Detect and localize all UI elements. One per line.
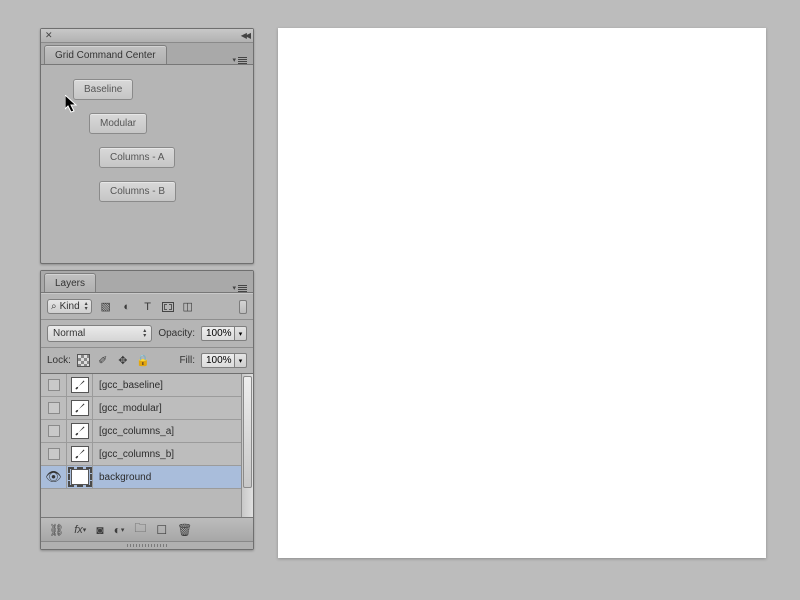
blend-mode-value: Normal [53, 328, 85, 339]
resize-grip[interactable] [41, 541, 253, 549]
layer-thumbnail[interactable] [67, 420, 93, 442]
opacity-value[interactable]: 100% [201, 326, 235, 341]
gcc-baseline-button[interactable]: Baseline [73, 79, 133, 100]
filter-smart-icon[interactable]: ◫ [181, 300, 195, 314]
filter-type-icon[interactable]: T [141, 300, 155, 314]
layer-row[interactable]: [gcc_baseline] [41, 374, 241, 397]
collapse-icon[interactable]: ◀◀ [241, 31, 249, 40]
visibility-empty-icon [48, 425, 60, 437]
visibility-toggle[interactable] [41, 420, 67, 442]
tab-layers[interactable]: Layers [44, 273, 96, 292]
layer-list: [gcc_baseline] [gcc_modular] [gcc_columns_… [41, 374, 253, 517]
lock-bar: Lock: ✐ ✥ 🔒 Fill: 100% ▾ [41, 348, 253, 374]
fx-icon[interactable]: fx▾ [74, 524, 86, 536]
layer-name[interactable]: [gcc_modular] [93, 403, 241, 414]
stepper-icon: ▴▾ [85, 302, 88, 312]
adjustment-layer-icon[interactable]: ◐▾ [114, 523, 125, 537]
layers-panel: Layers ▾ ⌕ Kind ▴▾ ▧ ◐ T ◫ Normal ▴▾ Opa… [40, 270, 254, 550]
visibility-toggle[interactable] [41, 397, 67, 419]
layer-filter-bar: ⌕ Kind ▴▾ ▧ ◐ T ◫ [41, 293, 253, 320]
gcc-columns-a-button[interactable]: Columns - A [99, 147, 175, 168]
link-layers-icon[interactable]: ⛓ [49, 523, 64, 537]
visibility-toggle[interactable] [41, 443, 67, 465]
panel-menu-icon[interactable]: ▾ [232, 56, 247, 64]
gcc-titlebar[interactable]: ✕ ◀◀ [41, 29, 253, 43]
document-canvas[interactable] [278, 28, 766, 558]
opacity-label: Opacity: [158, 328, 195, 339]
gcc-tabbar: Grid Command Center ▾ [41, 43, 253, 65]
gcc-panel: ✕ ◀◀ Grid Command Center ▾ Baseline Modu… [40, 28, 254, 264]
layer-thumbnail[interactable] [67, 466, 93, 488]
lock-all-icon[interactable]: 🔒 [136, 354, 150, 368]
filter-pixel-icon[interactable]: ▧ [99, 300, 113, 314]
panel-menu-icon[interactable]: ▾ [232, 284, 247, 292]
blend-bar: Normal ▴▾ Opacity: 100% ▾ [41, 320, 253, 348]
fill-label: Fill: [179, 355, 195, 366]
visibility-empty-icon [48, 448, 60, 460]
layer-mask-icon[interactable]: ◙ [96, 523, 103, 537]
scrollbar-thumb[interactable] [243, 376, 252, 488]
layer-name[interactable]: [gcc_baseline] [93, 380, 241, 391]
gcc-modular-button[interactable]: Modular [89, 113, 147, 134]
layer-row[interactable]: 👁 background [41, 466, 241, 489]
chevron-down-icon[interactable]: ▾ [235, 353, 247, 368]
layers-tabbar: Layers ▾ [41, 271, 253, 293]
visibility-empty-icon [48, 402, 60, 414]
visibility-toggle[interactable]: 👁 [41, 466, 67, 488]
visibility-empty-icon [48, 379, 60, 391]
chevron-down-icon[interactable]: ▾ [235, 326, 247, 341]
layers-bottom-bar: ⛓ fx▾ ◙ ◐▾ 🗀 ☐ 🗑 [41, 517, 253, 541]
search-icon: ⌕ [51, 301, 57, 312]
filter-adjust-icon[interactable]: ◐ [120, 300, 134, 314]
fill-value[interactable]: 100% [201, 353, 235, 368]
tab-gcc[interactable]: Grid Command Center [44, 45, 167, 64]
layer-name[interactable]: background [93, 472, 241, 483]
filter-shape-icon[interactable] [162, 302, 174, 312]
blend-mode-select[interactable]: Normal ▴▾ [47, 325, 152, 342]
lock-position-icon[interactable]: ✥ [116, 354, 130, 368]
layer-row[interactable]: [gcc_modular] [41, 397, 241, 420]
close-icon[interactable]: ✕ [45, 30, 53, 41]
layer-name[interactable]: [gcc_columns_b] [93, 449, 241, 460]
fill-field[interactable]: 100% ▾ [201, 353, 247, 368]
layer-name[interactable]: [gcc_columns_a] [93, 426, 241, 437]
visibility-toggle[interactable] [41, 374, 67, 396]
opacity-field[interactable]: 100% ▾ [201, 326, 247, 341]
delete-layer-icon[interactable]: 🗑 [177, 523, 192, 537]
lock-label: Lock: [47, 355, 71, 366]
group-icon[interactable]: 🗀 [134, 519, 146, 540]
stepper-icon: ▴▾ [143, 329, 146, 339]
layer-row[interactable]: [gcc_columns_a] [41, 420, 241, 443]
scrollbar[interactable] [241, 374, 253, 517]
filter-kind-select[interactable]: ⌕ Kind ▴▾ [47, 299, 92, 314]
lock-pixels-icon[interactable]: ✐ [96, 354, 110, 368]
layer-thumbnail[interactable] [67, 443, 93, 465]
filter-kind-label: Kind [60, 301, 80, 312]
layer-row[interactable]: [gcc_columns_b] [41, 443, 241, 466]
filter-toggle[interactable] [239, 300, 247, 314]
layer-thumbnail[interactable] [67, 374, 93, 396]
new-layer-icon[interactable]: ☐ [156, 523, 167, 537]
layer-thumbnail[interactable] [67, 397, 93, 419]
lock-transparent-icon[interactable] [77, 354, 90, 367]
gcc-body: Baseline Modular Columns - A Columns - B [41, 65, 253, 263]
gcc-columns-b-button[interactable]: Columns - B [99, 181, 176, 202]
eye-icon: 👁 [45, 469, 62, 485]
